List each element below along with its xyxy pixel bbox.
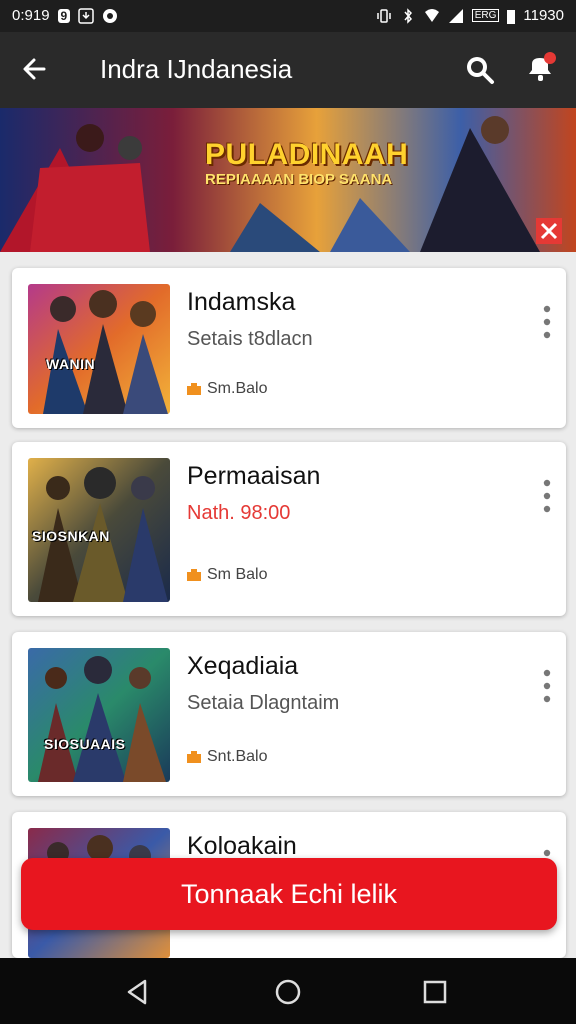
app-bar: Indra IJndanesia [0,32,576,108]
list-item[interactable]: WANIN Indamska Setais t8dlacn Sm.Balo [12,268,566,428]
battery-icon [507,9,516,24]
item-description: Setais t8dlacn [187,328,313,350]
notification-bell-icon[interactable] [524,50,560,86]
item-meta: Sm Balo [187,566,267,584]
tag-icon [187,751,201,763]
item-thumbnail [28,284,170,414]
item-name: Permaaisan [187,462,321,490]
promo-banner[interactable]: PULADINAAH REPIAAAAN BIOP SAANA [0,108,576,252]
nav-back-icon[interactable] [121,976,153,1008]
item-name: Xeqadiaia [187,652,299,680]
more-options-icon[interactable] [542,304,552,340]
primary-action-button[interactable]: Tonnaak Echi lelik [21,858,557,930]
item-description: Setaia Dlagntaim [187,692,340,714]
item-meta-label: Snt.Balo [207,748,268,765]
list-item[interactable]: SIOSNKAN Permaaisan Nath. 98:00 Sm Balo [12,442,566,616]
item-name: Indamska [187,288,296,316]
signal-icon [448,8,463,23]
back-arrow-icon[interactable] [18,52,52,86]
status-time-right: 11930 [523,7,564,24]
wifi-icon [424,8,439,22]
nav-recents-icon[interactable] [419,976,451,1008]
banner-subtitle: REPIAAAAN BIOP SAANA [205,171,393,188]
bluetooth-icon [404,7,412,24]
more-options-icon[interactable] [542,478,552,514]
item-price: Nath. 98:00 [187,502,291,524]
download-icon [78,7,94,24]
thumbnail-caption: WANIN [46,356,96,372]
tag-icon [187,383,201,395]
primary-action-label: Tonnaak Echi lelik [180,878,398,909]
app-status-icon [103,8,118,23]
item-meta-label: Sm Balo [207,566,268,583]
status-time: 0:919 [12,7,50,24]
more-options-icon[interactable] [542,668,552,704]
item-meta: Snt.Balo [187,748,267,766]
item-meta-label: Sm.Balo [207,380,268,397]
tag-icon [187,569,201,581]
system-nav-bar [0,958,576,1024]
search-icon[interactable] [462,52,496,86]
page-title: Indra IJndanesia [100,54,293,84]
banner-title: PULADINAAH [205,138,409,171]
item-thumbnail [28,648,170,782]
thumbnail-caption: SIOSUAAIS [44,736,126,752]
vibrate-icon [376,8,391,23]
item-meta: Sm.Balo [187,380,267,398]
thumbnail-caption: SIOSNKAN [32,528,110,544]
status-bar: 0:919 9 ERG 11930 [0,0,576,32]
nav-home-icon[interactable] [272,976,304,1008]
item-name: Koloakain [187,832,297,860]
notification-badge: 9 [57,8,71,23]
battery-label: ERG [471,9,500,22]
list-item[interactable]: SIOSUAAIS Xeqadiaia Setaia Dlagntaim Snt… [12,632,566,796]
close-banner-icon[interactable] [536,218,562,244]
